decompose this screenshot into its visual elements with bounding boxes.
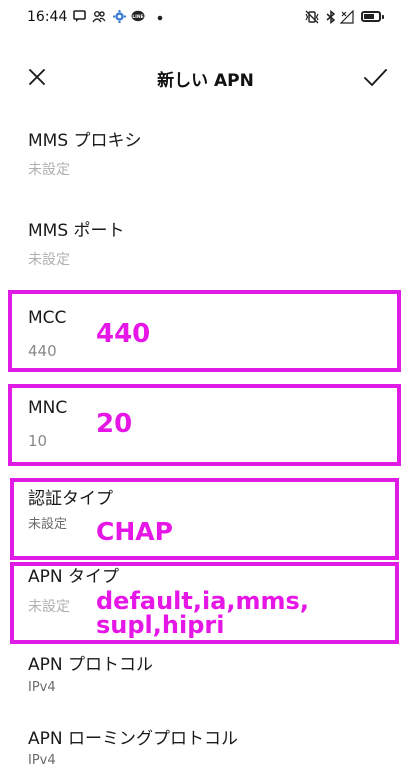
annotation-auth: CHAP (96, 517, 173, 546)
bluetooth-icon (324, 9, 338, 25)
svg-text:LINE: LINE (132, 14, 143, 20)
field-value: 未設定 (28, 252, 70, 268)
list-item-mms-port[interactable]: MMS ポート 未設定 (0, 216, 411, 276)
people-icon (92, 10, 106, 24)
line-icon: LINE (131, 10, 145, 24)
field-label: MMS プロキシ (28, 131, 142, 151)
annotation-mnc: 20 (96, 409, 133, 439)
save-button[interactable] (360, 62, 390, 92)
status-bar: 16:44 LINE (0, 0, 411, 36)
status-time: 16:44 (27, 9, 68, 25)
page-title: 新しい APN (157, 71, 254, 91)
battery-icon (361, 11, 384, 22)
no-signal-icon (339, 9, 354, 24)
chat-icon (72, 10, 86, 24)
list-item-mms-proxy[interactable]: MMS プロキシ 未設定 (0, 126, 411, 186)
dot-icon (153, 10, 167, 24)
app-bar: 新しい APN (0, 52, 411, 102)
annotation-box-mnc (8, 384, 401, 466)
field-value: IPv4 (28, 753, 56, 768)
list-item-apn-roaming-protocol[interactable]: APN ローミングプロトコル IPv4 (0, 724, 411, 768)
field-value: 未設定 (28, 162, 70, 178)
annotation-box-mcc (8, 290, 401, 372)
field-value: IPv4 (28, 680, 56, 695)
check-icon (364, 69, 387, 86)
annotation-mcc: 440 (96, 319, 151, 349)
annotation-apn-type-line2: supl,hipri (96, 611, 225, 639)
gear-icon (112, 10, 126, 24)
list-item-apn-protocol[interactable]: APN プロトコル IPv4 (0, 650, 411, 700)
field-label: APN ローミングプロトコル (28, 729, 239, 749)
vibrate-icon (304, 10, 319, 24)
annotation-box-auth (10, 478, 399, 560)
field-label: APN プロトコル (28, 655, 154, 675)
field-label: MMS ポート (28, 221, 125, 241)
